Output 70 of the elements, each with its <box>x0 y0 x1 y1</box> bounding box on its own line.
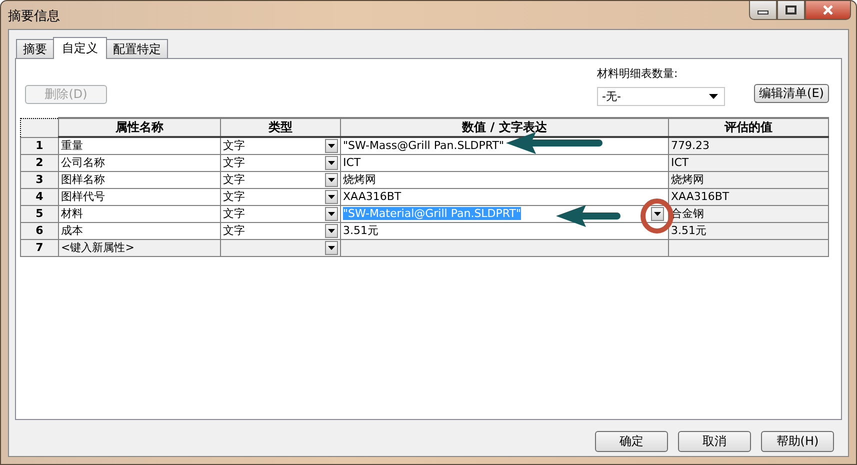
window-title: 摘要信息 <box>8 8 60 25</box>
table-cell: "SW-Mass@Grill Pan.SLDPRT" <box>343 139 504 152</box>
dropdown-button[interactable] <box>325 172 338 186</box>
row-number: 7 <box>20 239 58 256</box>
dropdown-button[interactable] <box>325 206 338 220</box>
close-icon <box>822 5 834 15</box>
dropdown-button[interactable] <box>325 156 338 170</box>
minimize-button[interactable] <box>749 1 777 20</box>
table-cell: 文字 <box>223 173 245 186</box>
bom-quantity-dropdown[interactable]: -无- <box>597 87 726 106</box>
maximize-button[interactable] <box>777 1 805 20</box>
column-header: 评估的值 <box>668 118 828 137</box>
row-number: 4 <box>20 188 58 205</box>
column-header: 类型 <box>220 118 340 137</box>
dropdown-button[interactable] <box>325 139 338 153</box>
dialog-button[interactable]: 帮助(H) <box>761 431 834 452</box>
dropdown-arrow-icon <box>654 212 661 216</box>
close-button[interactable] <box>805 1 851 20</box>
dropdown-arrow-icon <box>328 194 335 198</box>
table-cell: 图样名称 <box>58 171 220 188</box>
table-cell: 文字 <box>223 156 245 169</box>
dropdown-button[interactable] <box>651 206 664 220</box>
row-number: 3 <box>20 171 58 188</box>
dropdown-button[interactable] <box>325 190 338 204</box>
table-cell: 3.51元 <box>343 224 378 237</box>
edit-list-button[interactable]: 编辑清单(E) <box>754 84 829 103</box>
table-cell: 公司名称 <box>58 154 220 171</box>
tab[interactable]: 摘要 <box>16 39 54 58</box>
table-cell: 材料 <box>58 205 220 222</box>
dropdown-button[interactable] <box>325 240 338 254</box>
table-cell: 文字 <box>223 190 245 203</box>
dropdown-arrow-icon <box>328 246 335 250</box>
table-cell: 重量 <box>58 137 220 154</box>
dropdown-arrow-icon <box>328 144 335 148</box>
dropdown-arrow-icon <box>328 228 335 232</box>
dropdown-arrow-icon <box>328 160 335 164</box>
table-cell: XAA316BT <box>343 190 402 203</box>
row-number: 5 <box>20 205 58 222</box>
dropdown-arrow-icon <box>328 212 335 216</box>
table-cell: 成本 <box>58 222 220 239</box>
row-number: 1 <box>20 137 58 154</box>
table-cell: 烧烤网 <box>343 173 376 186</box>
table-cell: 图样代号 <box>58 188 220 205</box>
maximize-icon <box>785 5 797 15</box>
row-number: 2 <box>20 154 58 171</box>
annotation-circle <box>640 198 674 234</box>
tab[interactable]: 自定义 <box>53 37 107 59</box>
table-cell: 文字 <box>223 139 245 152</box>
dropdown-button[interactable] <box>325 224 338 238</box>
row-number: 6 <box>20 222 58 239</box>
table-cell: 3.51元 <box>671 224 706 237</box>
table-cell: 文字 <box>223 207 245 220</box>
dropdown-arrow-icon <box>709 94 718 99</box>
table-cell: <键入新属性> <box>58 239 220 256</box>
dropdown-arrow-icon <box>328 178 335 182</box>
table-cell: "SW-Material@Grill Pan.SLDPRT" <box>343 207 522 220</box>
tab[interactable]: 配置特定 <box>106 39 168 58</box>
table-corner <box>20 118 58 137</box>
table-cell: ICT <box>343 156 361 169</box>
table-cell: 烧烤网 <box>671 173 704 186</box>
table-cell: 779.23 <box>671 139 710 152</box>
table-cell: ICT <box>671 156 689 169</box>
column-header: 属性名称 <box>58 118 220 137</box>
annotation-arrow <box>556 205 620 227</box>
table-cell: 文字 <box>223 224 245 237</box>
dialog-button[interactable]: 确定 <box>595 431 668 452</box>
bom-quantity-label: 材料明细表数量: <box>597 66 679 81</box>
dialog-button[interactable]: 取消 <box>678 431 751 452</box>
column-header: 数值 / 文字表达 <box>340 118 668 137</box>
table-cell: XAA316BT <box>671 190 730 203</box>
